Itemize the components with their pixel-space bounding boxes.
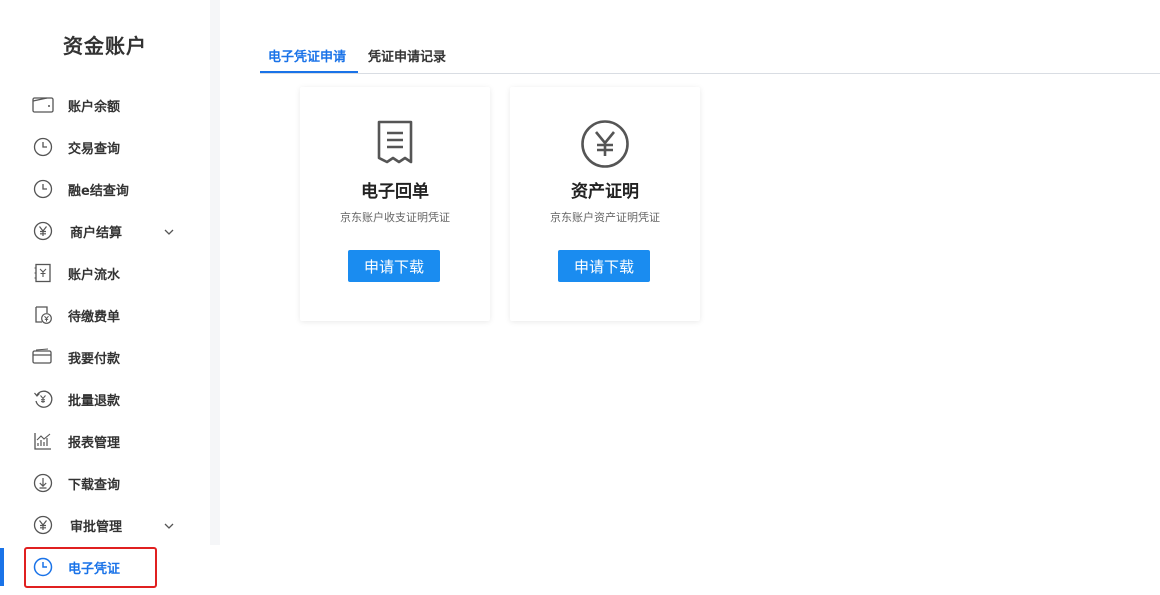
sidebar-item-make-payment[interactable]: 我要付款 <box>0 336 210 378</box>
tab-active-underline <box>260 71 358 73</box>
clock-icon <box>32 136 54 158</box>
sidebar-item-label: 批量退款 <box>68 393 121 409</box>
sidebar-item-label: 商户结算 <box>70 225 123 241</box>
sidebar-item-pending-bills[interactable]: 待缴费单 <box>0 294 210 336</box>
tab-voucher-application[interactable]: 电子凭证申请 <box>268 46 346 65</box>
yen-circle-icon <box>32 514 54 536</box>
card-title: 资产证明 <box>571 182 639 202</box>
chevron-down-icon[interactable] <box>162 224 176 238</box>
chevron-down-icon[interactable] <box>162 518 176 532</box>
card-electronic-receipt: 电子回单 京东账户收支证明凭证 申请下载 <box>300 87 490 321</box>
sidebar: 资金账户 账户余额 交易查询 融e结查询 商户结算 账户流水 待缴费单 我要付款… <box>0 0 210 595</box>
card-asset-certificate: 资产证明 京东账户资产证明凭证 申请下载 <box>510 87 700 321</box>
sidebar-item-label: 待缴费单 <box>68 309 121 325</box>
sidebar-item-label: 审批管理 <box>70 519 123 535</box>
sidebar-item-label: 报表管理 <box>68 435 121 451</box>
receipt-icon <box>300 119 490 169</box>
yen-circle-icon <box>32 220 54 242</box>
sidebar-item-account-flow[interactable]: 账户流水 <box>0 252 210 294</box>
sidebar-item-rongejie-query[interactable]: 融e结查询 <box>0 168 210 210</box>
sidebar-item-account-balance[interactable]: 账户余额 <box>0 84 210 126</box>
sidebar-divider <box>210 0 220 595</box>
download-icon <box>32 472 54 494</box>
sidebar-item-label: 账户流水 <box>68 267 121 283</box>
sidebar-item-batch-refund[interactable]: 批量退款 <box>0 378 210 420</box>
apply-download-button[interactable]: 申请下载 <box>348 250 440 282</box>
sidebar-item-report-management[interactable]: 报表管理 <box>0 420 210 462</box>
sidebar-item-label: 下载查询 <box>68 477 121 493</box>
sidebar-item-label: 我要付款 <box>68 351 121 367</box>
sidebar-title: 资金账户 <box>63 34 147 58</box>
card-description: 京东账户资产证明凭证 <box>550 211 660 224</box>
sidebar-item-download-query[interactable]: 下载查询 <box>0 462 210 504</box>
tab-application-records[interactable]: 凭证申请记录 <box>368 46 446 65</box>
sidebar-item-label: 融e结查询 <box>68 183 129 199</box>
chart-icon <box>32 430 54 452</box>
sidebar-item-approval-management[interactable]: 审批管理 <box>0 504 210 546</box>
refund-icon <box>32 388 54 410</box>
sidebar-item-label: 交易查询 <box>68 141 121 157</box>
wallet-icon <box>32 94 54 116</box>
sidebar-item-label: 账户余额 <box>68 99 121 115</box>
clock-icon <box>32 178 54 200</box>
yen-circle-icon <box>510 119 700 169</box>
bill-icon <box>32 304 54 326</box>
apply-download-button[interactable]: 申请下载 <box>558 250 650 282</box>
sidebar-item-transaction-query[interactable]: 交易查询 <box>0 126 210 168</box>
ledger-icon <box>32 262 54 284</box>
card-description: 京东账户收支证明凭证 <box>340 211 450 224</box>
card-title: 电子回单 <box>361 182 429 202</box>
card-icon <box>32 346 54 368</box>
tab-bar: 电子凭证申请 凭证申请记录 <box>260 40 1160 74</box>
sidebar-item-merchant-settlement[interactable]: 商户结算 <box>0 210 210 252</box>
highlight-annotation-box <box>24 547 157 588</box>
